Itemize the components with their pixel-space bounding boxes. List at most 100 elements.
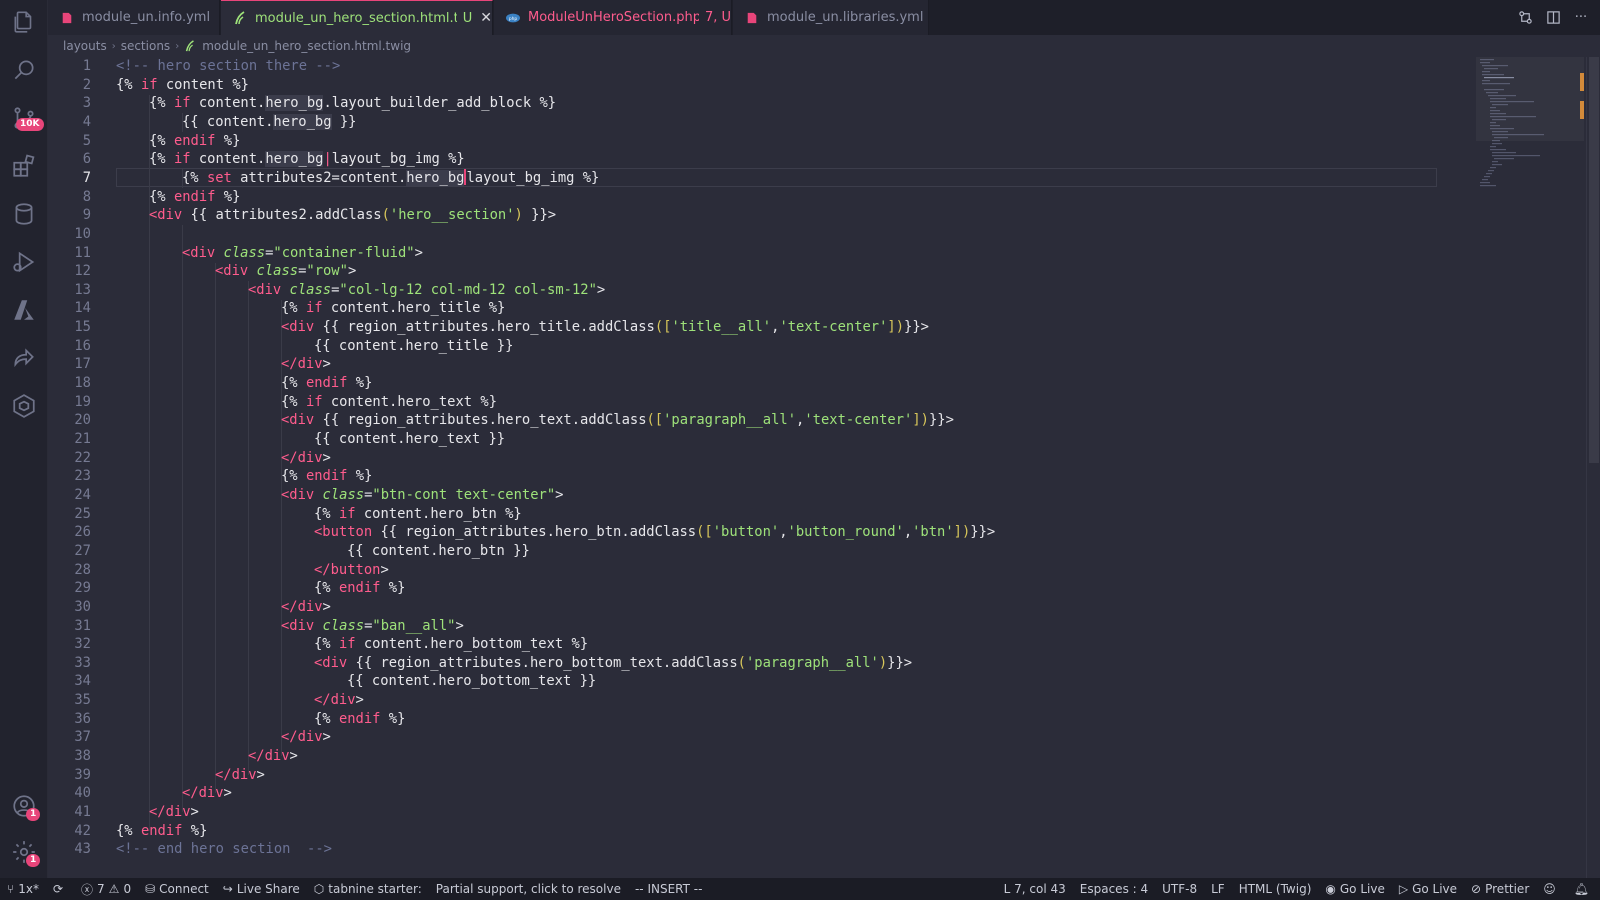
code-token: {% (116, 76, 133, 93)
connect-button[interactable]: ⛁ Connect (138, 878, 216, 900)
branch-label: 1x* (18, 882, 39, 896)
code-token: attributes2=content. (231, 169, 407, 186)
tab-status: U (462, 10, 473, 26)
code-token: {% (314, 505, 331, 522)
split-editor-icon[interactable] (1544, 9, 1562, 27)
language-label: HTML (Twig) (1238, 882, 1312, 896)
go-live-button-1[interactable]: ◉ Go Live (1318, 878, 1391, 900)
code-token: <div (281, 486, 315, 503)
settings-gear-icon[interactable]: 1 (8, 836, 41, 868)
go-live-label: Go Live (1339, 882, 1385, 896)
close-icon[interactable]: ✕ (480, 10, 492, 26)
database-icon: ⛁ (145, 882, 156, 896)
code-token: %} (488, 300, 506, 317)
broadcast-icon: ◉ (1325, 882, 1336, 896)
more-actions-icon[interactable]: ··· (1572, 9, 1590, 27)
code-token: > (596, 281, 606, 298)
twig-file-icon (233, 11, 247, 25)
status-bar-right: L 7, col 43 Espaces : 4 UTF-8 LF HTML (T… (997, 878, 1600, 900)
vertical-scrollbar[interactable] (1586, 57, 1600, 878)
php-file-icon: php (506, 11, 520, 25)
database-icon[interactable] (8, 198, 40, 230)
encoding[interactable]: UTF-8 (1155, 878, 1204, 900)
code-token: }} (488, 431, 506, 447)
scrollbar-thumb[interactable] (1589, 57, 1599, 463)
line-number: 10 (74, 225, 91, 242)
accounts-icon[interactable]: 1 (8, 790, 41, 822)
minimap[interactable] (1476, 57, 1586, 217)
compare-changes-icon[interactable] (1516, 9, 1534, 27)
code-token: </div (248, 748, 290, 765)
line-number: 21 (74, 431, 91, 447)
breadcrumb-item-file[interactable]: module_un_hero_section.html.twig (202, 39, 411, 53)
tabnine-item[interactable]: ⬡ tabnine starter: (307, 878, 429, 900)
code-token: <div (314, 654, 348, 671)
code-token: {% (149, 132, 166, 149)
remote-explorer-icon[interactable] (8, 390, 40, 422)
live-share-icon[interactable] (8, 342, 40, 374)
azure-icon[interactable] (8, 294, 40, 326)
notifications-button[interactable]: 🔔︎ (1567, 878, 1600, 900)
line-number: 3 (82, 95, 91, 112)
feedback-button[interactable]: ☺ (1536, 878, 1567, 900)
code-token: %} (582, 169, 600, 186)
prettier-icon: ⊘ (1471, 882, 1482, 896)
line-number: 26 (74, 524, 91, 541)
code-token: "btn-cont text-center" (372, 486, 556, 503)
prettier-label: Prettier (1485, 882, 1530, 896)
code-token: > (414, 244, 423, 261)
scm-badge: 10K (16, 118, 44, 131)
code-token: %} (215, 132, 241, 149)
go-live-button-2[interactable]: ▷ Go Live (1392, 878, 1464, 900)
tab-module-un-info-yml[interactable]: module_un.info.yml (48, 0, 220, 35)
prettier-button[interactable]: ⊘ Prettier (1464, 878, 1536, 900)
code-token: </div (281, 598, 323, 615)
breadcrumb-item-layouts[interactable]: layouts (63, 39, 107, 53)
twig-file-icon (184, 40, 196, 52)
warning-count: 0 (123, 882, 132, 896)
line-number: 33 (74, 654, 91, 671)
code-token: content.hero_title (322, 300, 489, 317)
tab-module-un-hero-section-twig[interactable]: module_un_hero_section.html.twig U ✕ (221, 0, 493, 35)
problems-item[interactable]: ⓧ 7 ⚠ 0 (74, 878, 138, 900)
breadcrumb-item-sections[interactable]: sections (121, 39, 170, 53)
line-number: 27 (74, 542, 91, 559)
line-number: 5 (82, 132, 91, 149)
code-token: class (248, 263, 299, 280)
code-token: ([ (696, 524, 713, 541)
code-token: 'button_round' (787, 524, 904, 541)
error-count: 7 (97, 882, 105, 896)
indentation[interactable]: Espaces : 4 (1073, 878, 1155, 900)
line-number: 13 (74, 281, 91, 298)
code-token: 'hero__section' (389, 207, 515, 224)
explorer-icon[interactable] (8, 6, 40, 38)
code-token: endif (173, 188, 216, 205)
end-of-line[interactable]: LF (1204, 878, 1232, 900)
code-token: content.hero_bottom_text (355, 636, 572, 653)
line-number: 25 (74, 505, 91, 522)
activity-bar: 10K 1 1 (0, 0, 48, 878)
svg-text:php: php (509, 15, 518, 21)
partial-support-button[interactable]: Partial support, click to resolve (429, 878, 628, 900)
partial-support-label: Partial support, click to resolve (435, 882, 621, 896)
run-debug-icon[interactable] (8, 246, 40, 278)
tabnine-icon: ⬡ (313, 882, 325, 896)
code-token: content.hero_title (330, 337, 497, 354)
tab-module-un-libraries-yml[interactable]: module_un.libraries.yml (733, 0, 929, 35)
source-control-icon[interactable]: 10K (8, 102, 44, 134)
code-token: if (140, 76, 158, 93)
search-icon[interactable] (8, 54, 40, 86)
code-token: {{ (182, 113, 199, 130)
git-branch-item[interactable]: ⑂ 1x* (0, 878, 46, 900)
sync-button[interactable]: ⟳ (46, 878, 74, 900)
code-token: {{ (347, 542, 364, 559)
extensions-icon[interactable] (8, 150, 40, 182)
live-share-button[interactable]: ↪ Live Share (216, 878, 307, 900)
code-editor[interactable]: 1 <!-- hero section there --> 2 {% if cont… (48, 57, 1600, 878)
cursor-position[interactable]: L 7, col 43 (997, 878, 1073, 900)
code-token: 'paragraph__all' (663, 412, 797, 429)
status-bar: ⑂ 1x* ⟳ ⓧ 7 ⚠ 0 ⛁ Connect ↪ Live Share ⬡… (0, 878, 1600, 900)
code-token: content. (198, 113, 274, 130)
language-mode[interactable]: HTML (Twig) (1232, 878, 1319, 900)
tab-module-un-hero-section-php[interactable]: php ModuleUnHeroSection.php 7, U (494, 0, 732, 35)
